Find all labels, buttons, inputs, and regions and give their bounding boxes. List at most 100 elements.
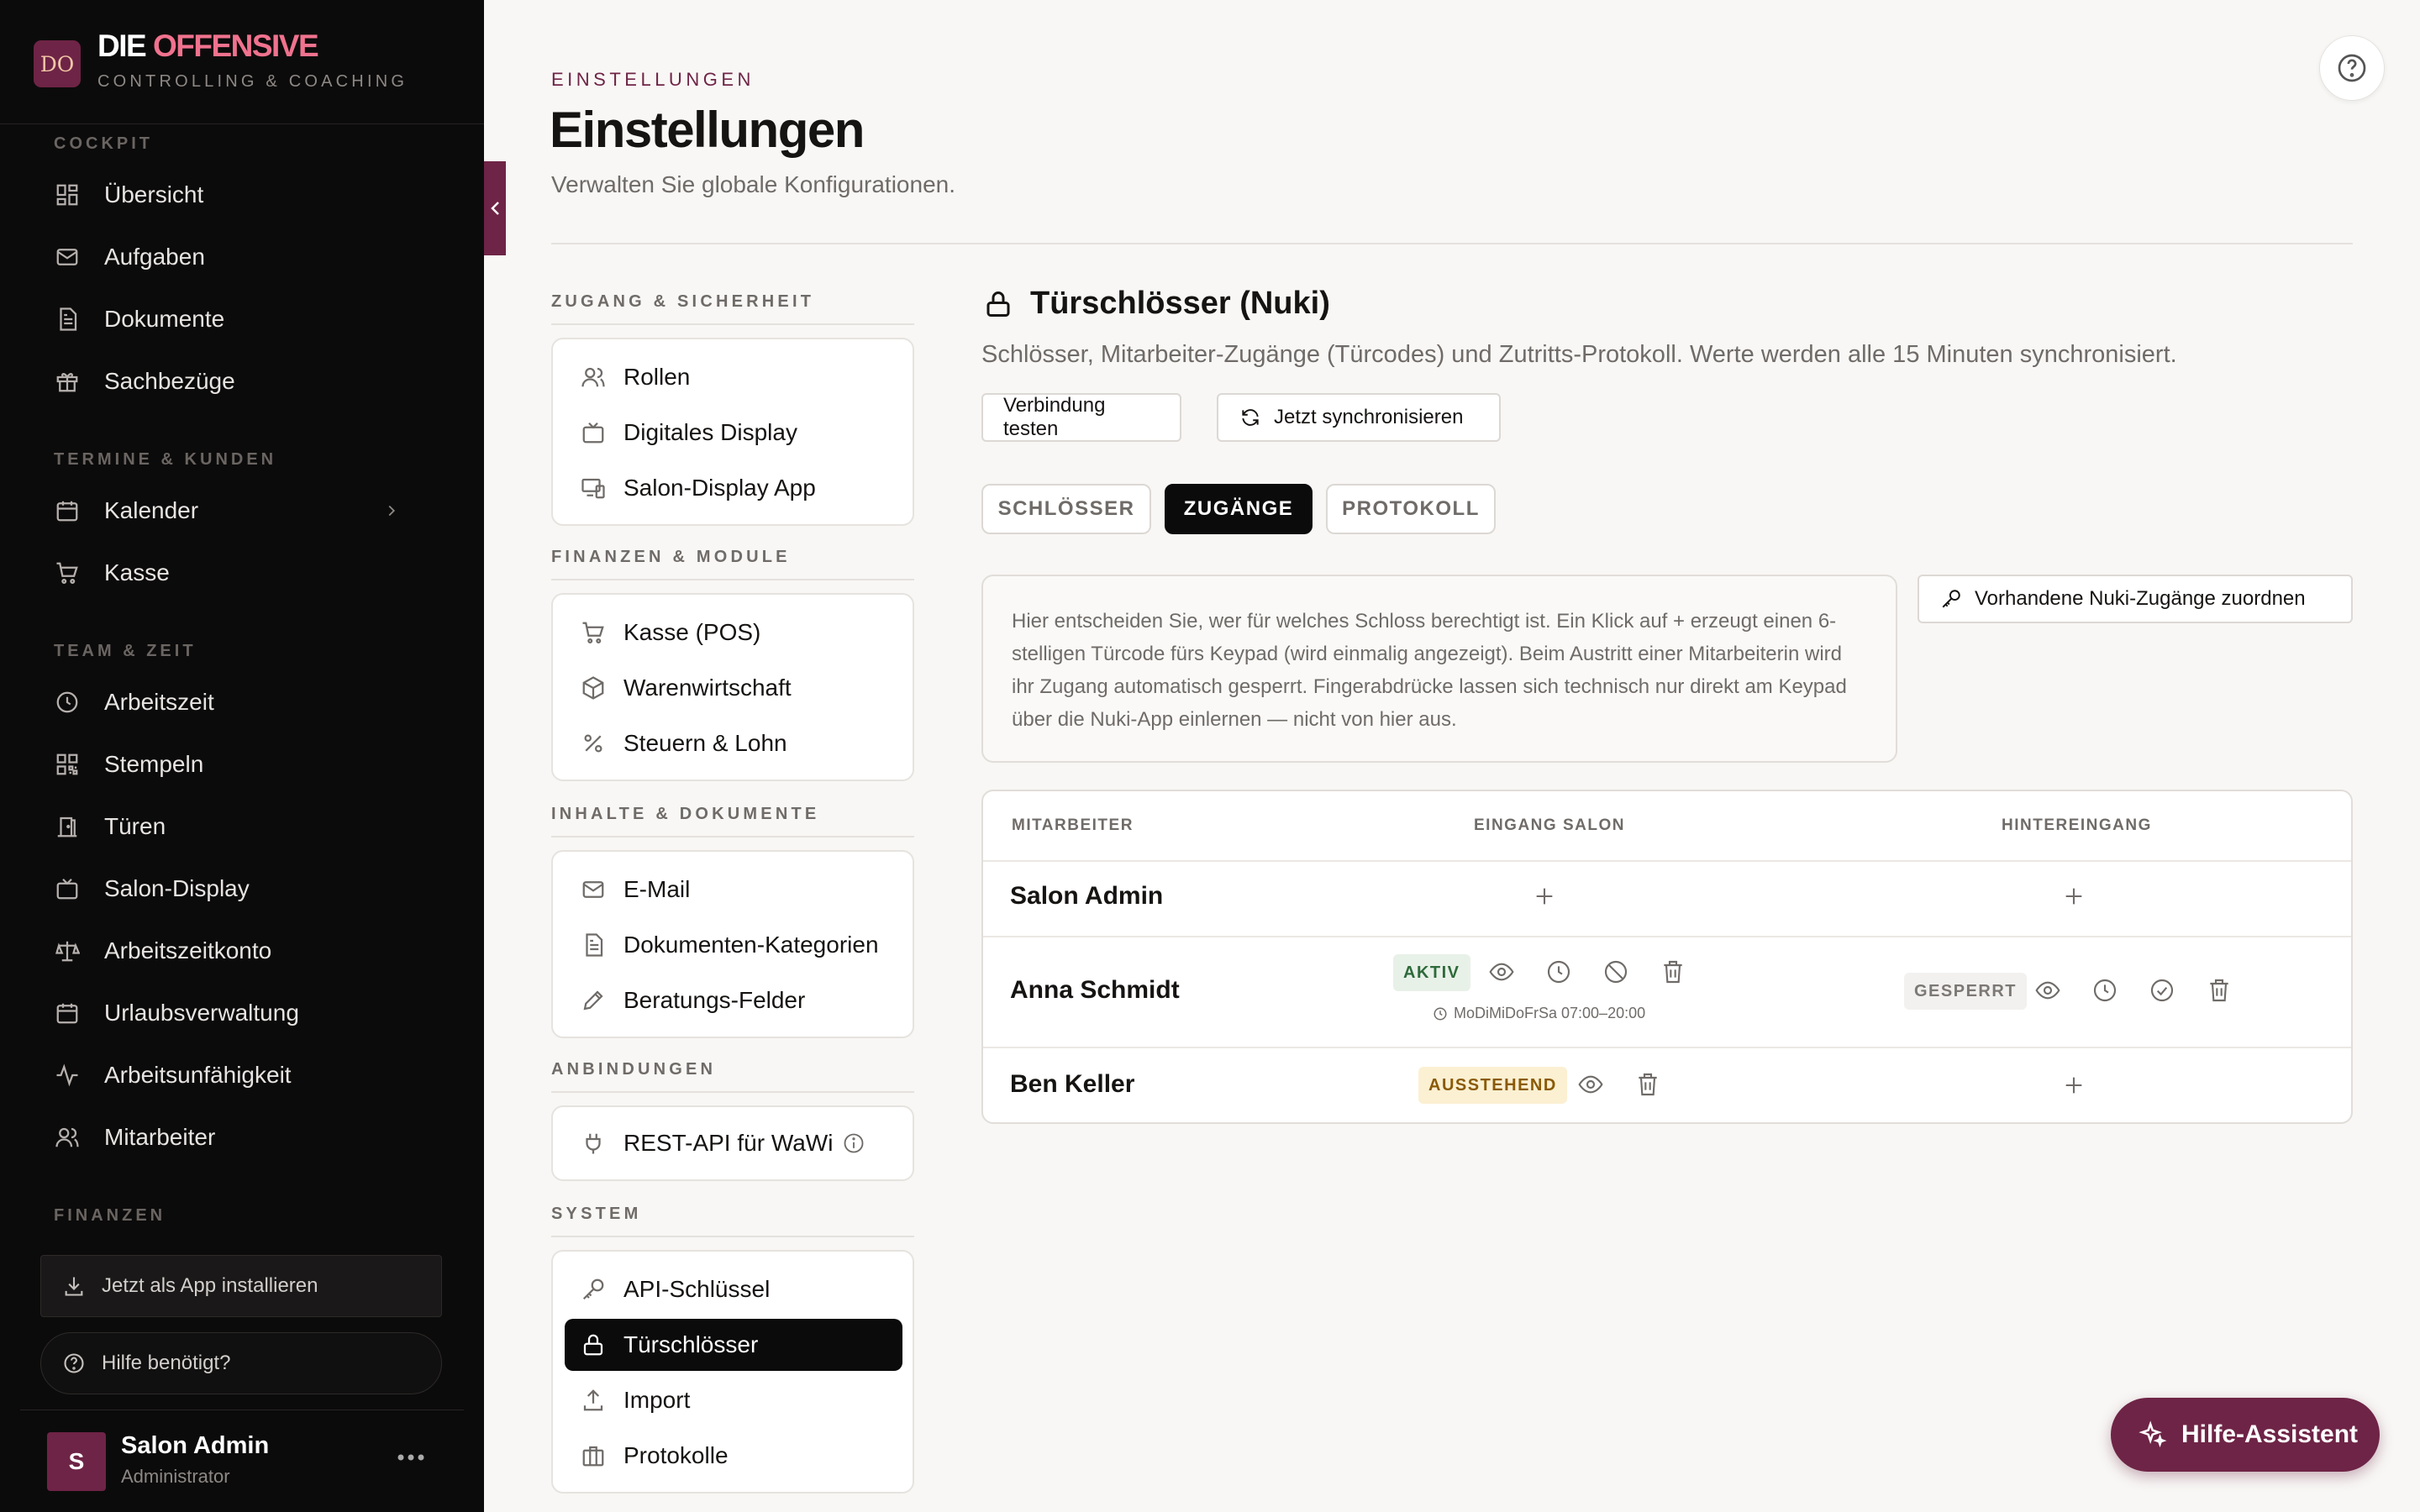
- column-header-mitarbeiter: MITARBEITER: [1012, 816, 1134, 834]
- header-divider: [551, 243, 2353, 244]
- help-button[interactable]: Hilfe benötigt?: [40, 1332, 442, 1394]
- settings-item-email[interactable]: E-Mail: [565, 864, 902, 916]
- row-divider: [983, 1047, 2351, 1048]
- brand-logo[interactable]: DO: [34, 40, 81, 87]
- tab-protokoll[interactable]: PROTOKOLL: [1326, 484, 1496, 534]
- test-connection-button[interactable]: Verbindung testen: [981, 393, 1181, 442]
- access-table: MITARBEITER EINGANG SALON HINTEREINGANG: [981, 790, 2353, 1124]
- panel-title: Türschlösser (Nuki): [981, 286, 1330, 322]
- info-icon[interactable]: [840, 1130, 867, 1157]
- settings-card-finanzen: Kasse (POS) Warenwirtschaft Steuern & Lo…: [551, 593, 914, 781]
- help-question-button[interactable]: [2319, 35, 2385, 101]
- sidebar-item-stempeln[interactable]: Stempeln: [54, 744, 429, 785]
- help-assistant-button[interactable]: Hilfe-Assistent: [2111, 1398, 2380, 1472]
- settings-item-digitales-display[interactable]: Digitales Display: [565, 407, 902, 459]
- eye-icon[interactable]: [1576, 1070, 1605, 1099]
- add-access-eingang-button[interactable]: [1531, 883, 1558, 910]
- add-access-hinter-button[interactable]: [2060, 883, 2087, 910]
- chevron-left-icon: [489, 200, 501, 217]
- user-profile[interactable]: S Salon Admin Administrator: [20, 1410, 464, 1512]
- tab-label: ZUGÄNGE: [1183, 497, 1294, 520]
- sidebar-item-arbeitszeitkonto[interactable]: Arbeitszeitkonto: [54, 931, 429, 971]
- settings-card-system: API-Schlüssel Türschlösser Import Protok…: [551, 1250, 914, 1494]
- settings-item-api-schluessel[interactable]: API-Schlüssel: [565, 1263, 902, 1315]
- assign-nuki-access-button[interactable]: Vorhandene Nuki-Zugänge zuordnen: [1918, 575, 2353, 623]
- clock-icon[interactable]: [1544, 958, 1573, 986]
- settings-item-label: Warenwirtschaft: [623, 675, 792, 701]
- document-icon: [580, 932, 607, 958]
- settings-item-label: Türschlösser: [623, 1331, 759, 1357]
- download-icon: [61, 1273, 87, 1299]
- settings-item-beratungs-felder[interactable]: Beratungs-Felder: [565, 974, 902, 1026]
- settings-item-protokolle[interactable]: Protokolle: [565, 1430, 902, 1482]
- trash-icon[interactable]: [2205, 976, 2233, 1005]
- sidebar-item-label: Mitarbeiter: [104, 1124, 216, 1150]
- eye-icon[interactable]: [1487, 958, 1516, 986]
- scale-icon: [54, 937, 81, 964]
- sync-now-button[interactable]: Jetzt synchronisieren: [1217, 393, 1501, 442]
- add-access-hinter-button[interactable]: [2060, 1072, 2087, 1099]
- briefcase-icon: [580, 1442, 607, 1469]
- tab-zugaenge[interactable]: ZUGÄNGE: [1165, 484, 1313, 534]
- settings-item-label: Kasse (POS): [623, 619, 761, 645]
- sidebar-item-kasse[interactable]: Kasse: [54, 553, 429, 593]
- pencil-icon: [580, 987, 607, 1014]
- trash-icon[interactable]: [1634, 1070, 1662, 1099]
- calendar-icon: [54, 1000, 81, 1026]
- block-icon[interactable]: [1602, 958, 1630, 986]
- settings-item-rest-api[interactable]: REST-API für WaWi: [565, 1117, 902, 1169]
- sidebar-item-salon-display[interactable]: Salon-Display: [54, 869, 429, 909]
- sidebar-item-sachbezuege[interactable]: Sachbezüge: [54, 361, 429, 402]
- check-circle-icon[interactable]: [2148, 976, 2176, 1005]
- sidebar: DO DIE OFFENSIVE CONTROLLING & COACHING …: [0, 0, 484, 1512]
- activity-icon: [54, 1062, 81, 1089]
- settings-item-label: E-Mail: [623, 876, 691, 902]
- trash-icon[interactable]: [1659, 958, 1687, 986]
- refresh-icon: [1239, 406, 1262, 429]
- sidebar-item-aufgaben[interactable]: Aufgaben: [54, 237, 429, 277]
- settings-item-warenwirtschaft[interactable]: Warenwirtschaft: [565, 662, 902, 714]
- sidebar-section-termine: TERMINE & KUNDEN: [54, 450, 277, 469]
- sidebar-item-tueren[interactable]: Türen: [54, 806, 429, 847]
- sidebar-item-arbeitszeit[interactable]: Arbeitszeit: [54, 682, 429, 722]
- settings-item-label: Protokolle: [623, 1442, 729, 1468]
- settings-item-dokumenten-kategorien[interactable]: Dokumenten-Kategorien: [565, 919, 902, 971]
- settings-item-import[interactable]: Import: [565, 1374, 902, 1426]
- install-app-button[interactable]: Jetzt als App installieren: [40, 1255, 442, 1317]
- settings-item-tuerschloesser[interactable]: Türschlösser: [565, 1319, 902, 1371]
- sidebar-item-label: Arbeitszeit: [104, 689, 214, 715]
- settings-item-kasse-pos[interactable]: Kasse (POS): [565, 606, 902, 659]
- sidebar-item-arbeitsunfaehigkeit[interactable]: Arbeitsunfähigkeit: [54, 1055, 429, 1095]
- cart-icon: [580, 619, 607, 646]
- settings-item-salon-display-app[interactable]: Salon-Display App: [565, 462, 902, 514]
- help-circle-icon: [2335, 51, 2369, 85]
- user-name: Salon Admin: [121, 1432, 270, 1459]
- assign-nuki-access-label: Vorhandene Nuki-Zugänge zuordnen: [1975, 587, 2306, 610]
- cart-icon: [54, 559, 81, 586]
- settings-item-rollen[interactable]: Rollen: [565, 351, 902, 403]
- tab-schloesser[interactable]: SCHLÖSSER: [981, 484, 1151, 534]
- clock-icon[interactable]: [2091, 976, 2119, 1005]
- sidebar-item-label: Sachbezüge: [104, 368, 235, 394]
- settings-item-steuern-lohn[interactable]: Steuern & Lohn: [565, 717, 902, 769]
- sidebar-item-label: Übersicht: [104, 181, 204, 207]
- table-row-name: Anna Schmidt: [1010, 976, 1180, 1004]
- lock-icon: [981, 287, 1015, 321]
- lock-icon: [580, 1331, 607, 1358]
- schedule-text: MoDiMiDoFrSa 07:00–20:00: [1432, 1005, 1645, 1022]
- sidebar-item-kalender[interactable]: Kalender: [54, 491, 429, 531]
- sidebar-item-mitarbeiter[interactable]: Mitarbeiter: [54, 1117, 429, 1158]
- sidebar-item-uebersicht[interactable]: Übersicht: [54, 175, 429, 215]
- sidebar-item-dokumente[interactable]: Dokumente: [54, 299, 429, 339]
- more-icon[interactable]: [390, 1441, 432, 1474]
- clock-icon: [1432, 1005, 1449, 1022]
- chevron-right-icon[interactable]: [378, 497, 405, 524]
- settings-item-label: Rollen: [623, 364, 691, 390]
- settings-item-label: Import: [623, 1387, 691, 1413]
- grid-icon: [54, 181, 81, 208]
- sidebar-section-finanzen: FINANZEN: [54, 1206, 166, 1225]
- sidebar-item-urlaubsverwaltung[interactable]: Urlaubsverwaltung: [54, 993, 429, 1033]
- sparkles-icon: [2138, 1420, 2168, 1450]
- sidebar-collapse-button[interactable]: [484, 161, 506, 255]
- eye-icon[interactable]: [2033, 976, 2062, 1005]
